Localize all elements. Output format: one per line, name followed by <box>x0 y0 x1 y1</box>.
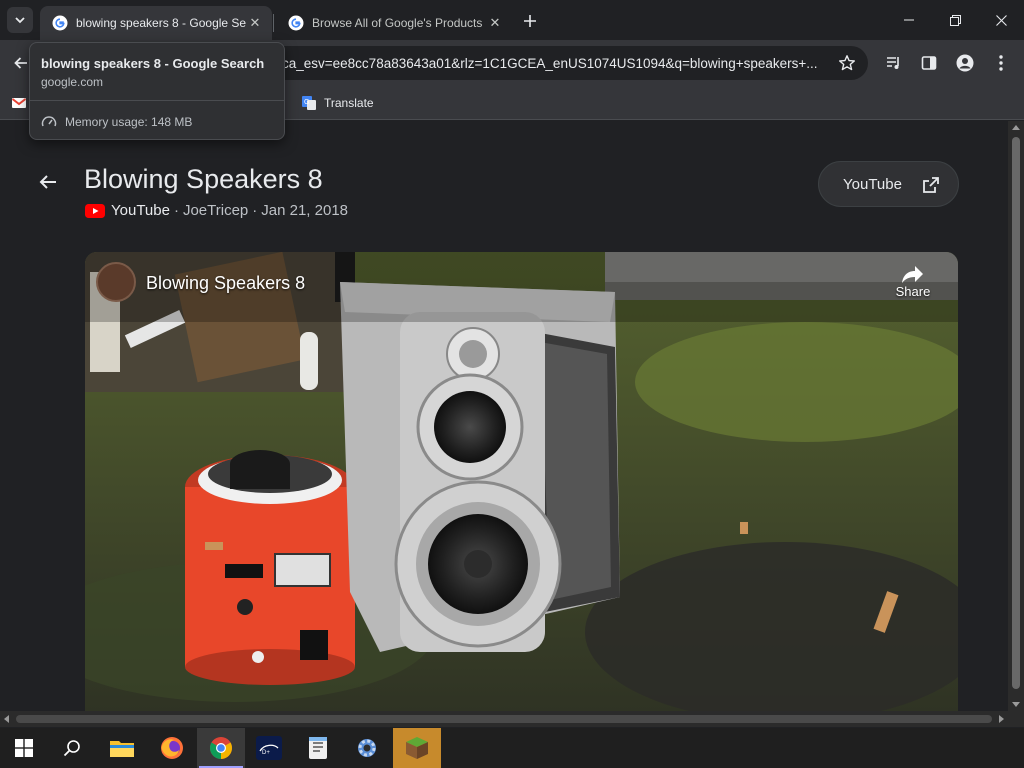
google-favicon-icon <box>52 15 68 31</box>
video-frame <box>85 252 958 711</box>
tab-close-icon[interactable]: ✕ <box>246 14 264 32</box>
taskbar-chrome[interactable] <box>197 728 245 768</box>
side-panel-icon <box>921 56 937 70</box>
separator: · <box>173 202 179 219</box>
search-icon <box>63 740 80 757</box>
video-meta: YouTube · JoeTricep · Jan 21, 2018 <box>85 202 348 219</box>
video-player[interactable]: Blowing Speakers 8 Share <box>85 252 958 711</box>
taskbar-minecraft[interactable] <box>393 728 441 768</box>
hover-card-title: blowing speakers 8 - Google Search <box>41 56 265 71</box>
tab-title: Browse All of Google's Products & Servic… <box>312 16 486 30</box>
more-vert-icon <box>999 55 1003 71</box>
url-text: ca_esv=ee8cc78a83643a01&rlz=1C1GCEA_enUS… <box>282 55 818 71</box>
bookmark-label: Translate <box>324 96 374 110</box>
playlist-icon <box>887 57 899 69</box>
publish-date: Jan 21, 2018 <box>261 202 349 219</box>
notepad-icon <box>309 737 327 759</box>
tab-hover-card: blowing speakers 8 - Google Search googl… <box>29 42 285 140</box>
plus-icon <box>524 15 536 27</box>
taskbar-settings[interactable] <box>343 728 391 768</box>
chrome-menu-button[interactable] <box>985 47 1017 79</box>
google-favicon-icon <box>288 15 304 31</box>
share-button[interactable]: Share <box>893 264 933 299</box>
scroll-down-icon[interactable] <box>1012 702 1020 707</box>
taskbar-firefox[interactable] <box>148 728 196 768</box>
minimize-icon <box>904 19 914 21</box>
vertical-scroll-thumb[interactable] <box>1012 137 1020 689</box>
svg-text:D+: D+ <box>262 750 270 756</box>
scroll-right-icon[interactable] <box>999 715 1004 723</box>
scrollbar-corner <box>1008 711 1024 727</box>
restore-icon <box>949 14 961 26</box>
tab-google-products[interactable]: Browse All of Google's Products & Servic… <box>276 6 512 40</box>
vertical-scrollbar[interactable] <box>1008 121 1024 711</box>
chrome-icon <box>210 737 232 759</box>
bookmark-translate[interactable]: G Translate <box>301 93 374 113</box>
start-button[interactable] <box>0 728 48 768</box>
disney-plus-icon: D+ <box>256 736 282 760</box>
minimize-button[interactable] <box>886 0 932 40</box>
start-icon <box>15 739 33 757</box>
horizontal-scroll-thumb[interactable] <box>16 715 992 723</box>
horizontal-scrollbar[interactable] <box>0 711 1008 727</box>
tab-strip: blowing speakers 8 - Google Search ✕ Bro… <box>0 0 1024 40</box>
speedometer-icon <box>41 116 57 127</box>
scroll-left-icon[interactable] <box>4 715 9 723</box>
taskbar-file-explorer[interactable] <box>98 728 146 768</box>
profile-button[interactable] <box>949 47 981 79</box>
taskbar-disney-plus[interactable]: D+ <box>245 728 293 768</box>
side-panel-button[interactable] <box>913 47 945 79</box>
tab-search-button[interactable] <box>7 7 33 33</box>
share-label: Share <box>895 284 931 299</box>
divider <box>30 100 284 101</box>
separator: · <box>252 202 258 219</box>
memory-usage-text: Memory usage: 148 MB <box>65 115 193 129</box>
hover-card-domain: google.com <box>41 75 104 89</box>
tab-separator <box>273 14 274 32</box>
new-tab-button[interactable] <box>518 9 542 33</box>
chevron-down-icon <box>15 17 25 24</box>
svg-text:G: G <box>304 99 309 106</box>
taskbar: D+ <box>0 728 1024 768</box>
firefox-icon <box>161 737 183 759</box>
bookmark-star-icon[interactable] <box>838 54 856 72</box>
back-arrow-icon <box>14 57 27 69</box>
tab-google-search[interactable]: blowing speakers 8 - Google Search ✕ <box>40 6 272 40</box>
screen: blowing speakers 8 - Google Search ✕ Bro… <box>0 0 1024 768</box>
close-preview-button[interactable] <box>34 168 62 196</box>
close-icon <box>995 14 1007 26</box>
open-youtube-label: YouTube <box>843 175 902 193</box>
file-explorer-icon <box>110 741 134 757</box>
gmail-icon <box>11 98 27 108</box>
tab-title: blowing speakers 8 - Google Search <box>76 16 246 30</box>
taskbar-search-button[interactable] <box>48 728 96 768</box>
page-title: Blowing Speakers 8 <box>84 164 323 194</box>
page-content: Blowing Speakers 8 YouTube · JoeTricep ·… <box>0 121 1008 711</box>
channel-avatar[interactable] <box>96 262 136 302</box>
youtube-logo-icon <box>85 203 105 218</box>
open-in-new-icon <box>923 177 939 193</box>
media-control-button[interactable] <box>878 47 910 79</box>
tab-close-icon[interactable]: ✕ <box>486 14 504 32</box>
minecraft-icon <box>406 737 428 759</box>
channel-name: JoeTricep <box>182 202 249 219</box>
profile-icon <box>956 54 974 72</box>
source-name: YouTube <box>111 202 170 219</box>
memory-usage: Memory usage: 148 MB <box>41 114 192 130</box>
taskbar-notepad[interactable] <box>294 728 342 768</box>
restore-button[interactable] <box>932 0 978 40</box>
settings-icon <box>358 739 376 757</box>
player-title[interactable]: Blowing Speakers 8 <box>146 273 305 294</box>
back-arrow-icon <box>39 175 56 189</box>
close-window-button[interactable] <box>978 0 1024 40</box>
share-icon <box>902 266 923 283</box>
open-youtube-button[interactable]: YouTube <box>818 161 959 207</box>
google-translate-icon: G <box>302 96 316 110</box>
scroll-up-icon[interactable] <box>1012 125 1020 130</box>
